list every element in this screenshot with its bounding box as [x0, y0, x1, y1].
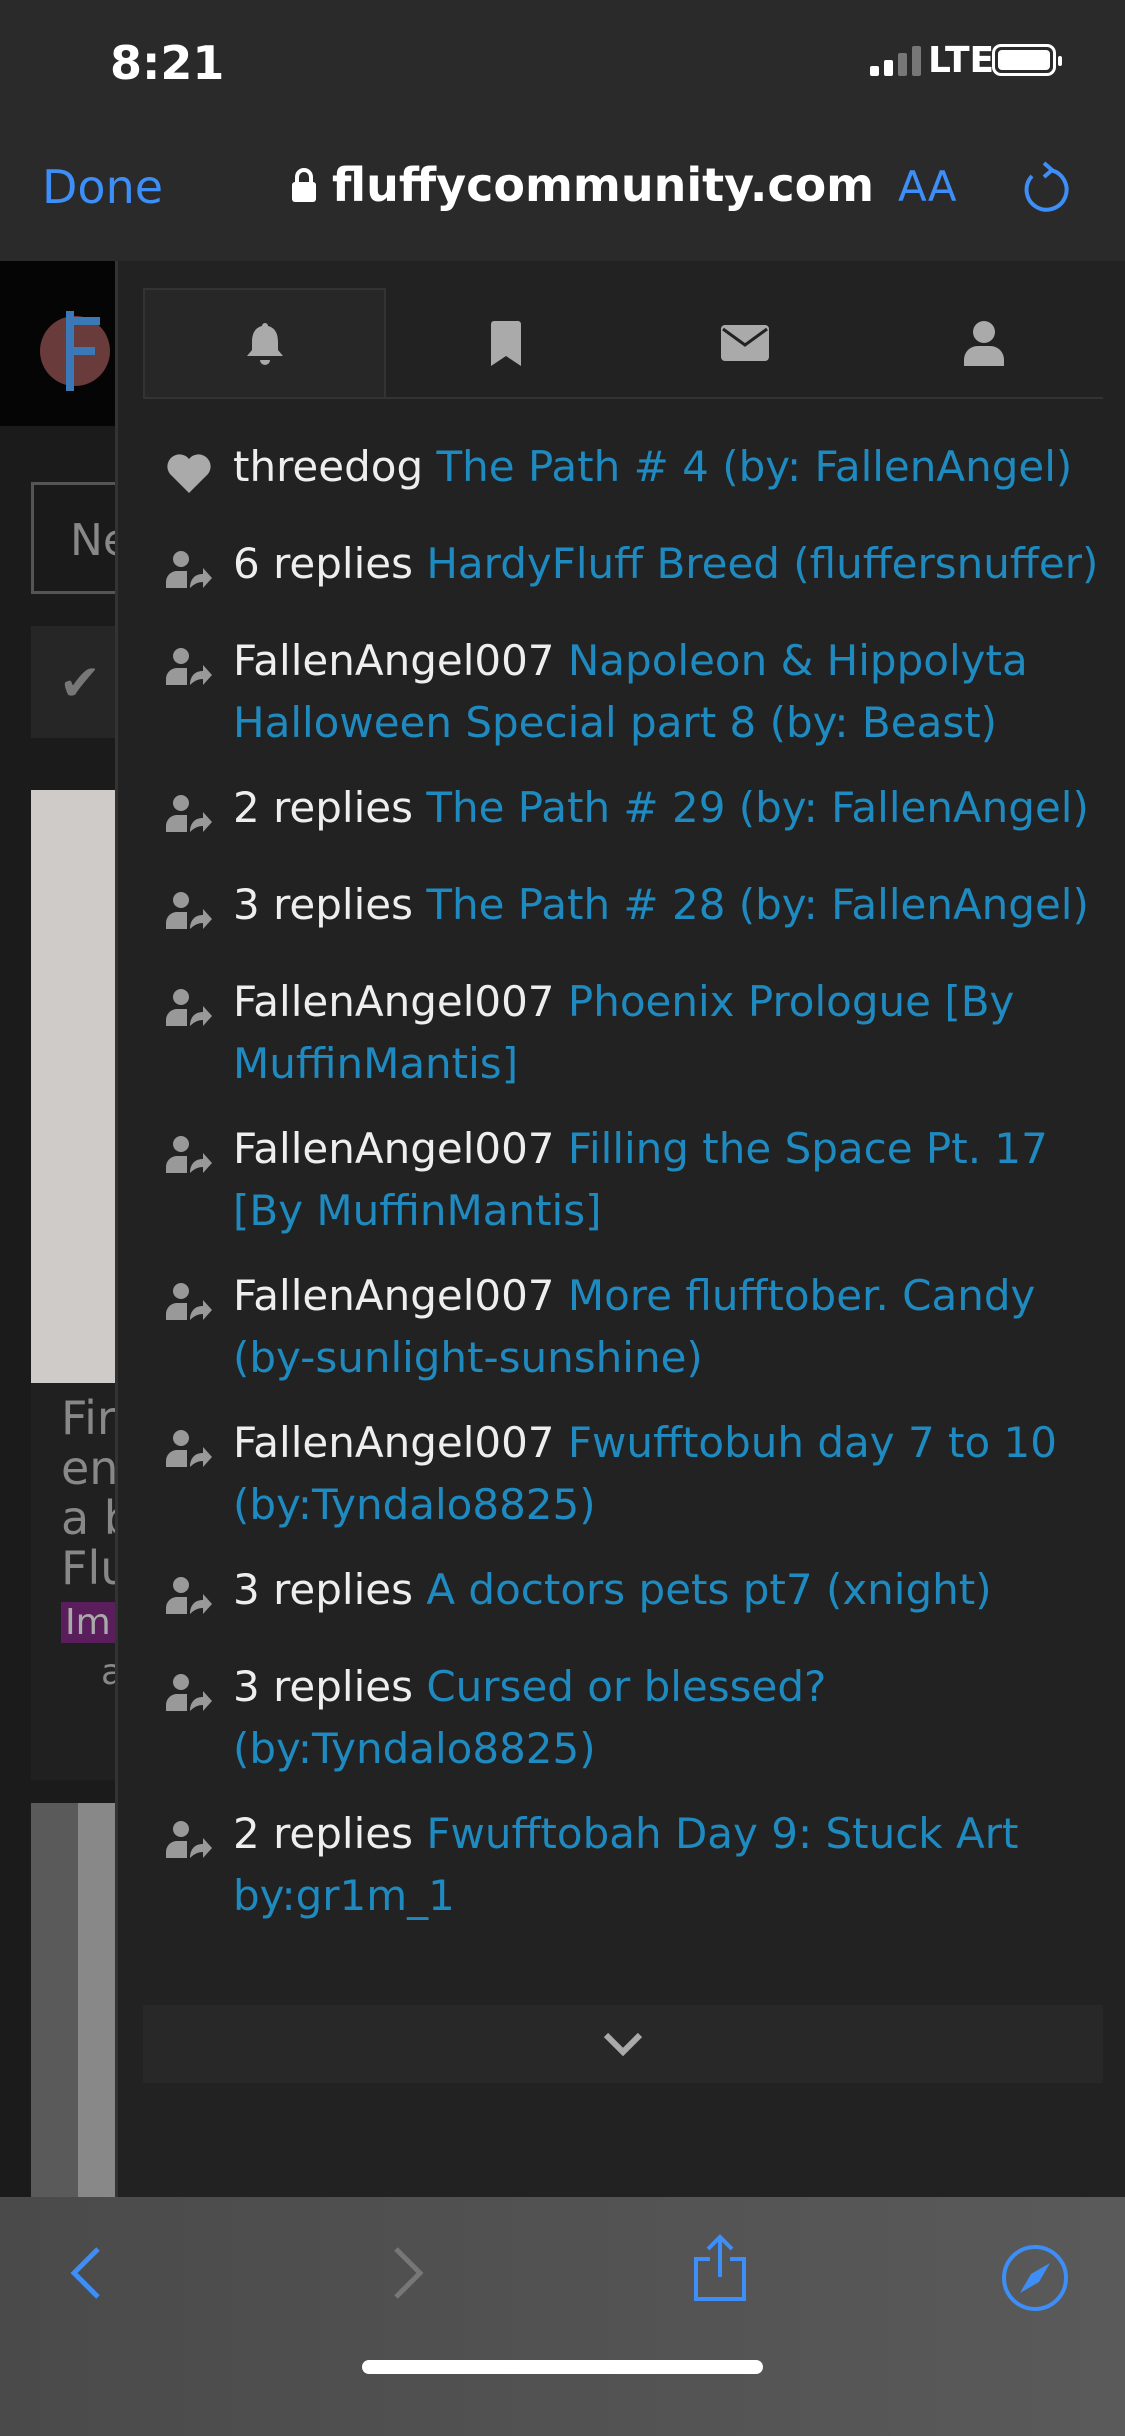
- user-reply-icon: [166, 1803, 233, 1927]
- notification-item[interactable]: FallenAngel007 More flufftober. Candy (b…: [166, 1265, 1106, 1389]
- notification-actor: 2 replies: [233, 1809, 413, 1858]
- tab-notifications[interactable]: [143, 288, 386, 397]
- notification-actor: FallenAngel007: [233, 636, 555, 685]
- notification-item[interactable]: 2 replies The Path # 29 (by: FallenAngel…: [166, 777, 1106, 851]
- user-reply-icon: [166, 1559, 233, 1633]
- card-meta: ac: [101, 1652, 121, 1693]
- card-text: Fir: [61, 1391, 116, 1445]
- user-reply-icon: [166, 971, 233, 1095]
- notification-actor: FallenAngel007: [233, 1124, 555, 1173]
- notification-item[interactable]: 6 replies HardyFluff Breed (fluffersnuff…: [166, 533, 1106, 607]
- notification-actor: FallenAngel007: [233, 1418, 555, 1467]
- notification-actor: threedog: [233, 442, 424, 491]
- notification-item[interactable]: FallenAngel007 Fwufftobuh day 7 to 10 (b…: [166, 1412, 1106, 1536]
- text-size-button[interactable]: AA: [898, 162, 957, 211]
- envelope-icon: [720, 324, 769, 361]
- site-logo: [0, 261, 115, 426]
- tab-bookmarks[interactable]: [386, 288, 625, 397]
- chevron-down-icon: [603, 2032, 643, 2056]
- notification-actor: FallenAngel007: [233, 977, 555, 1026]
- notification-link[interactable]: HardyFluff Breed (fluffersnuffer): [426, 539, 1098, 588]
- url-text: fluffycommunity.com: [332, 158, 875, 212]
- category-tag[interactable]: Im: [61, 1602, 115, 1643]
- bell-icon: [246, 322, 283, 365]
- battery-icon: [992, 44, 1062, 76]
- heart-icon: [166, 436, 233, 510]
- notification-actor: 3 replies: [233, 1565, 413, 1614]
- share-icon[interactable]: [690, 2233, 750, 2303]
- network-type: LTE: [928, 40, 995, 81]
- notification-item[interactable]: 3 replies A doctors pets pt7 (xnight): [166, 1559, 1106, 1633]
- card-text: a b: [61, 1491, 121, 1545]
- background-page: Ne ✔ Fir en a b Flu Im ac: [0, 261, 131, 2197]
- done-button[interactable]: Done: [42, 160, 163, 214]
- user-reply-icon: [166, 533, 233, 607]
- notification-actor: 3 replies: [233, 880, 413, 929]
- status-bar: 8:21 LTE: [0, 0, 1125, 130]
- forward-icon[interactable]: [388, 2243, 428, 2303]
- notification-item[interactable]: FallenAngel007 Filling the Space Pt. 17 …: [166, 1118, 1106, 1242]
- bookmark-icon: [490, 320, 521, 366]
- notification-item[interactable]: FallenAngel007 Napoleon & Hippolyta Hall…: [166, 630, 1106, 754]
- card-text: en: [61, 1441, 119, 1495]
- user-reply-icon: [166, 777, 233, 851]
- browser-bottom-bar: [0, 2197, 1125, 2436]
- tab-account[interactable]: [864, 288, 1103, 397]
- back-icon[interactable]: [66, 2243, 106, 2303]
- user-reply-icon: [166, 630, 233, 754]
- load-more-button[interactable]: [143, 2005, 1103, 2083]
- notification-link[interactable]: The Path # 28 (by: FallenAngel): [426, 880, 1089, 929]
- notification-actor: 3 replies: [233, 1662, 413, 1711]
- notification-item[interactable]: 2 replies Fwufftobah Day 9: Stuck Art by…: [166, 1803, 1106, 1927]
- address-bar[interactable]: fluffycommunity.com: [290, 158, 874, 212]
- notification-actor: 6 replies: [233, 539, 413, 588]
- user-icon: [963, 320, 1004, 366]
- home-indicator: [362, 2360, 763, 2374]
- card-text: Flu: [61, 1541, 121, 1595]
- user-reply-icon: [166, 1412, 233, 1536]
- notifications-panel: threedog The Path # 4 (by: FallenAngel) 6…: [115, 261, 1125, 2197]
- signal-icon: [870, 44, 921, 76]
- notification-link[interactable]: The Path # 29 (by: FallenAngel): [426, 783, 1089, 832]
- clock: 8:21: [110, 36, 225, 90]
- compass-icon[interactable]: [1000, 2243, 1070, 2313]
- reload-icon[interactable]: [1020, 160, 1070, 216]
- panel-tabs: [143, 288, 1103, 399]
- notification-item[interactable]: 3 replies The Path # 28 (by: FallenAngel…: [166, 874, 1106, 948]
- notification-item[interactable]: threedog The Path # 4 (by: FallenAngel): [166, 436, 1106, 510]
- notification-item[interactable]: 3 replies Cursed or blessed? (by:Tyndalo…: [166, 1656, 1106, 1780]
- notification-actor: 2 replies: [233, 783, 413, 832]
- post-image[interactable]: [31, 1803, 121, 2197]
- tab-messages[interactable]: [625, 288, 864, 397]
- browser-toolbar: Done fluffycommunity.com AA: [0, 130, 1125, 261]
- user-reply-icon: [166, 1656, 233, 1780]
- notification-link[interactable]: The Path # 4 (by: FallenAngel): [437, 442, 1073, 491]
- notification-list: threedog The Path # 4 (by: FallenAngel) 6…: [166, 436, 1106, 1950]
- post-card[interactable]: Fir en a b Flu Im ac: [31, 1383, 121, 1780]
- user-reply-icon: [166, 874, 233, 948]
- notification-actor: FallenAngel007: [233, 1271, 555, 1320]
- notification-item[interactable]: FallenAngel007 Phoenix Prologue [By Muff…: [166, 971, 1106, 1095]
- post-image[interactable]: [31, 790, 121, 1383]
- notification-link[interactable]: A doctors pets pt7 (xnight): [426, 1565, 991, 1614]
- user-reply-icon: [166, 1118, 233, 1242]
- lock-icon: [292, 168, 316, 202]
- user-reply-icon: [166, 1265, 233, 1389]
